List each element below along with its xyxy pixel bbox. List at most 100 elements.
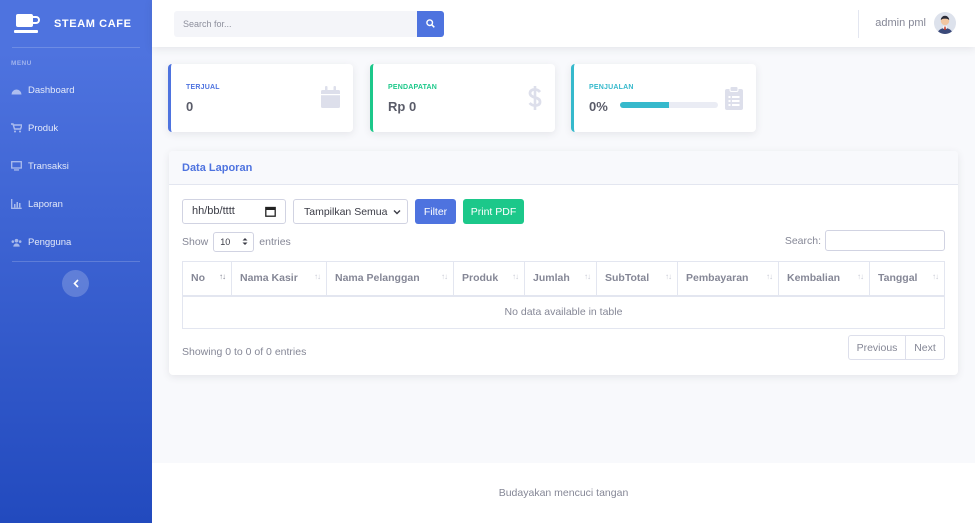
coffee-cup-icon — [14, 13, 42, 35]
sidebar-item-produk[interactable]: Produk — [0, 109, 152, 147]
column-header-subtotal[interactable]: SubTotal ↑↓ — [596, 261, 678, 297]
sort-icon: ↑↓ — [219, 272, 226, 281]
sidebar-heading: MENU — [11, 60, 32, 67]
stat-card-penjualan: PENJUALAN 0% — [571, 64, 756, 132]
sort-icon: ↑↓ — [932, 272, 939, 281]
stat-value: 0% — [589, 99, 608, 114]
stat-card-terjual: TERJUAL 0 — [168, 64, 353, 132]
stat-label: PENDAPATAN — [388, 84, 438, 91]
users-icon — [11, 237, 22, 247]
next-button[interactable]: Next — [906, 335, 945, 360]
up-down-caret-icon — [242, 237, 248, 248]
column-header-jumlah[interactable]: Jumlah ↑↓ — [524, 261, 597, 297]
sort-icon: ↑↓ — [857, 272, 864, 281]
stat-label: PENJUALAN — [589, 84, 634, 91]
sidebar-item-label: Laporan — [28, 198, 63, 210]
sidebar: STEAM CAFE MENU Dashboard Produk Transak… — [0, 0, 152, 523]
topbar: admin pml — [152, 0, 975, 47]
filter-button[interactable]: Filter — [415, 199, 456, 224]
table-info: Showing 0 to 0 of 0 entries — [182, 346, 307, 358]
sort-icon: ↑↓ — [441, 272, 448, 281]
entries-label: entries — [259, 236, 291, 248]
user-name: admin pml — [875, 17, 926, 29]
column-label: Nama Kasir — [240, 272, 298, 285]
column-header-produk[interactable]: Produk ↑↓ — [453, 261, 525, 297]
report-title: Data Laporan — [169, 151, 958, 185]
column-label: SubTotal — [605, 272, 650, 285]
filter-select[interactable]: Tampilkan Semua — [293, 199, 408, 224]
column-label: Kembalian — [787, 272, 841, 285]
table-search: Search: — [785, 230, 945, 251]
sidebar-item-pengguna[interactable]: Pengguna — [0, 223, 152, 261]
sort-icon: ↑↓ — [512, 272, 519, 281]
footer-text: Budayakan mencuci tangan — [498, 487, 629, 499]
date-field-value: hh/bb/tttt — [192, 205, 235, 217]
table-header-row: No ↑↓ Nama Kasir ↑↓ Nama Pelanggan ↑↓ Produ… — [182, 261, 945, 297]
sidebar-divider — [12, 261, 140, 262]
sidebar-item-label: Pengguna — [28, 236, 72, 248]
brand[interactable]: STEAM CAFE — [0, 0, 152, 47]
topbar-divider — [858, 10, 859, 38]
show-label: Show — [182, 236, 209, 248]
column-header-no[interactable]: No ↑↓ — [182, 261, 232, 297]
previous-button[interactable]: Previous — [848, 335, 906, 360]
report-table: No ↑↓ Nama Kasir ↑↓ Nama Pelanggan ↑↓ Produ… — [182, 261, 945, 329]
sort-icon: ↑↓ — [766, 272, 773, 281]
column-header-nama-pelanggan[interactable]: Nama Pelanggan ↑↓ — [326, 261, 454, 297]
chevron-down-icon — [393, 208, 401, 217]
empty-message: No data available in table — [182, 295, 945, 329]
report-card: Data Laporan hh/bb/tttt Tampilkan Semua … — [169, 151, 958, 375]
avatar — [934, 12, 956, 34]
penjualan-progress — [620, 102, 718, 108]
date-field[interactable]: hh/bb/tttt — [182, 199, 286, 224]
column-header-pembayaran[interactable]: Pembayaran ↑↓ — [677, 261, 779, 297]
print-pdf-button[interactable]: Print PDF — [463, 199, 524, 224]
column-header-nama-kasir[interactable]: Nama Kasir ↑↓ — [231, 261, 327, 297]
stat-label: TERJUAL — [186, 84, 220, 91]
tachometer-icon — [11, 85, 22, 95]
column-label: Nama Pelanggan — [335, 272, 420, 285]
footer: Budayakan mencuci tangan — [152, 463, 975, 523]
entries-length: Show 10 entries — [182, 232, 291, 252]
entries-select-value: 10 — [220, 237, 231, 247]
column-label: Pembayaran — [686, 272, 749, 285]
sidebar-item-laporan[interactable]: Laporan — [0, 185, 152, 223]
brand-name: STEAM CAFE — [54, 17, 132, 30]
column-label: No — [191, 272, 205, 285]
entries-select[interactable]: 10 — [213, 232, 255, 252]
sidebar-item-label: Transaksi — [28, 160, 69, 172]
filter-select-value: Tampilkan Semua — [304, 206, 388, 218]
sort-icon: ↑↓ — [584, 272, 591, 281]
clipboard-icon — [725, 86, 743, 115]
dollar-icon — [528, 86, 542, 115]
table-row: No data available in table — [182, 295, 945, 329]
desktop-icon — [11, 161, 22, 171]
stat-value: 0 — [186, 99, 194, 114]
sidebar-item-transaksi[interactable]: Transaksi — [0, 147, 152, 185]
sidebar-toggle-button[interactable] — [62, 270, 89, 297]
chevron-left-icon — [72, 275, 79, 293]
table-search-input[interactable] — [825, 230, 945, 251]
stat-value: Rp 0 — [388, 99, 417, 114]
progress-bar-fill — [620, 102, 669, 108]
stat-card-pendapatan: PENDAPATAN Rp 0 — [370, 64, 555, 132]
column-header-kembalian[interactable]: Kembalian ↑↓ — [778, 261, 870, 297]
calendar-icon — [321, 86, 340, 113]
calendar-picker-icon[interactable] — [265, 206, 276, 220]
column-header-tanggal[interactable]: Tanggal ↑↓ — [869, 261, 945, 297]
column-label: Produk — [462, 272, 499, 285]
column-label: Jumlah — [533, 272, 570, 285]
search-button[interactable] — [417, 11, 444, 37]
search-icon — [426, 15, 435, 33]
pagination: Previous Next — [848, 335, 945, 360]
sidebar-item-label: Produk — [28, 122, 59, 134]
sort-icon: ↑↓ — [665, 272, 672, 281]
table-search-label: Search: — [784, 234, 821, 247]
search-input[interactable] — [174, 11, 417, 37]
sidebar-item-dashboard[interactable]: Dashboard — [0, 71, 152, 109]
cart-icon — [11, 123, 22, 133]
search-group — [174, 11, 444, 37]
sidebar-item-label: Dashboard — [28, 84, 75, 96]
user-menu[interactable]: admin pml — [875, 12, 956, 34]
sort-icon: ↑↓ — [314, 272, 321, 281]
